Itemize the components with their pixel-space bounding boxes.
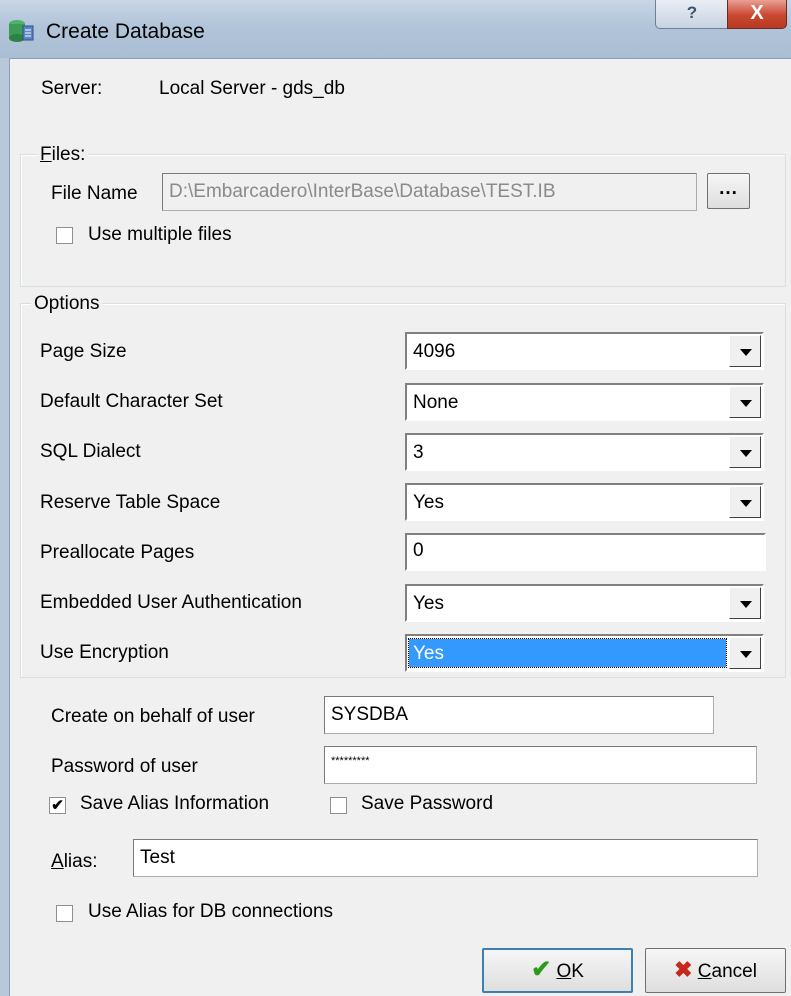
- cancel-x-icon: ✖: [674, 957, 693, 982]
- use-multiple-files-label: Use multiple files: [88, 224, 232, 245]
- files-legend: Files:: [37, 144, 89, 166]
- database-app-icon: [9, 20, 34, 42]
- default-charset-label: Default Character Set: [40, 391, 223, 412]
- embedded-user-auth-select[interactable]: Yes: [405, 584, 764, 622]
- embedded-user-auth-label: Embedded User Authentication: [40, 592, 302, 613]
- default-charset-select[interactable]: None: [405, 383, 764, 421]
- reserve-table-space-label: Reserve Table Space: [40, 492, 221, 513]
- file-name-input[interactable]: D:\Embarcadero\InterBase\Database\TEST.I…: [162, 173, 697, 211]
- title-bar: Create Database ? X: [0, 0, 791, 59]
- alias-label: Alias:: [51, 851, 98, 872]
- chevron-down-icon[interactable]: [729, 637, 761, 669]
- chevron-down-icon[interactable]: [729, 587, 761, 619]
- browse-button[interactable]: ...: [707, 173, 750, 209]
- options-legend: Options: [31, 293, 103, 315]
- save-password-checkbox[interactable]: [330, 797, 347, 814]
- save-password-label: Save Password: [361, 793, 494, 814]
- server-label: Server:: [41, 78, 103, 99]
- reserve-table-space-select[interactable]: Yes: [405, 483, 764, 521]
- server-value: Local Server - gds_db: [159, 78, 345, 99]
- checkmark-icon: ✔: [531, 956, 552, 983]
- password-label: Password of user: [51, 756, 198, 777]
- use-alias-checkbox[interactable]: [56, 905, 73, 922]
- use-alias-label: Use Alias for DB connections: [88, 901, 334, 922]
- close-button[interactable]: X: [727, 0, 787, 29]
- window-frame: [0, 58, 10, 996]
- help-button[interactable]: ?: [655, 0, 729, 29]
- chevron-down-icon[interactable]: [729, 335, 761, 367]
- chevron-down-icon[interactable]: [729, 386, 761, 418]
- behalf-user-input[interactable]: SYSDBA: [324, 696, 714, 734]
- cancel-button[interactable]: ✖ Cancel: [645, 948, 786, 993]
- chevron-down-icon[interactable]: [729, 486, 761, 518]
- sql-dialect-label: SQL Dialect: [40, 441, 141, 462]
- preallocate-pages-label: Preallocate Pages: [40, 542, 195, 563]
- sql-dialect-select[interactable]: 3: [405, 433, 764, 471]
- preallocate-pages-input[interactable]: 0: [405, 533, 766, 571]
- page-size-select[interactable]: 4096: [405, 332, 764, 370]
- use-multiple-files-checkbox[interactable]: [56, 227, 73, 244]
- save-alias-checkbox[interactable]: ✔: [49, 797, 66, 814]
- page-size-label: Page Size: [40, 341, 127, 362]
- behalf-user-label: Create on behalf of user: [51, 706, 255, 727]
- alias-input[interactable]: Test: [133, 839, 758, 877]
- password-input[interactable]: *********: [324, 746, 757, 784]
- file-name-label: File Name: [51, 183, 138, 204]
- ok-button[interactable]: ✔ OK: [482, 948, 633, 993]
- window-title: Create Database: [46, 20, 205, 43]
- use-encryption-label: Use Encryption: [40, 642, 169, 663]
- use-encryption-select[interactable]: Yes: [405, 634, 764, 672]
- chevron-down-icon[interactable]: [729, 436, 761, 468]
- save-alias-label: Save Alias Information: [80, 793, 270, 814]
